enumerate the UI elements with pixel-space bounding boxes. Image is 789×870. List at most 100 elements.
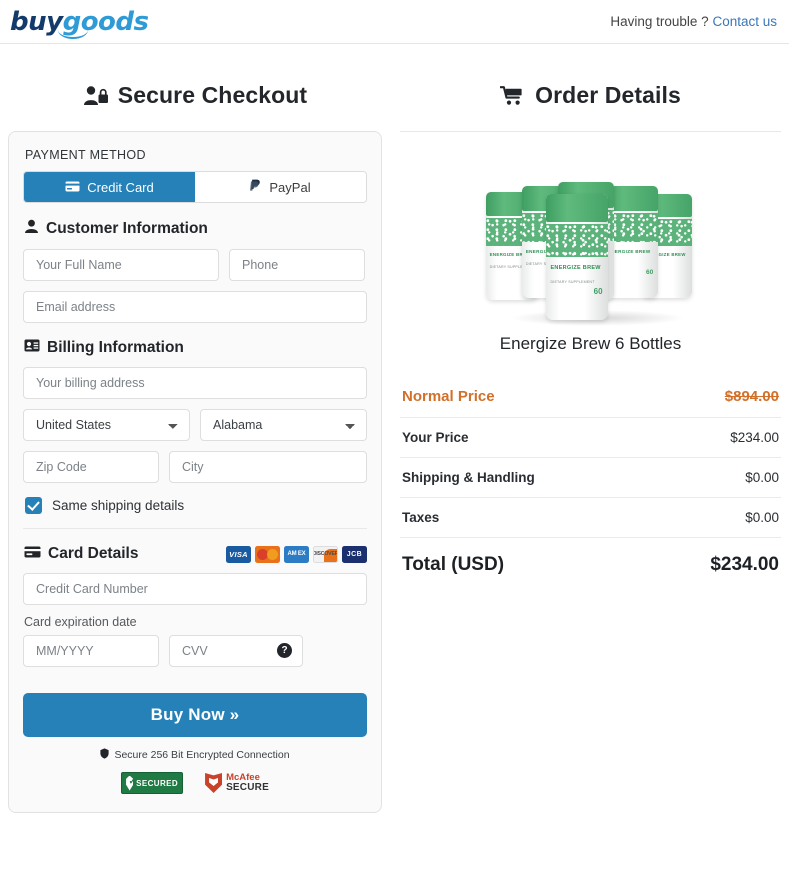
- card-details-heading: Card Details VISA AM EX DISCOVER JCB: [24, 545, 367, 563]
- mcafee-badge-text-2: SECURE: [226, 781, 269, 793]
- same-shipping-row[interactable]: Same shipping details: [25, 497, 367, 514]
- credit-card-icon: [65, 180, 80, 195]
- buy-now-button[interactable]: Buy Now »: [23, 693, 367, 737]
- normal-price-label: Normal Price: [402, 388, 495, 405]
- checkout-column: Secure Checkout PAYMENT METHOD Credit Ca…: [0, 44, 394, 813]
- normal-price-value: $894.00: [724, 388, 779, 405]
- visa-icon: VISA: [226, 545, 251, 563]
- buygoods-logo[interactable]: buygoods: [6, 6, 149, 39]
- norton-secured-badge: SECURED: [121, 772, 184, 794]
- zip-code-input[interactable]: [23, 451, 159, 483]
- product-name: Energize Brew 6 Bottles: [499, 334, 682, 353]
- payment-method-label: PAYMENT METHOD: [25, 148, 146, 162]
- email-row: [23, 291, 367, 323]
- full-name-input[interactable]: [23, 249, 219, 281]
- total-value: $234.00: [710, 554, 779, 575]
- discover-label: DISCOVER: [313, 551, 338, 557]
- card-expiration-input[interactable]: [23, 635, 159, 667]
- card-number-row: [23, 573, 367, 605]
- jcb-label: JCB: [346, 550, 363, 558]
- billing-card-divider: [23, 528, 367, 529]
- order-details-heading: Order Details: [400, 44, 781, 131]
- norton-badge-text: SECURED: [136, 778, 179, 788]
- your-price-label: Your Price: [402, 430, 469, 445]
- order-details-title: Order Details: [535, 82, 681, 108]
- question-circle-icon[interactable]: ?: [277, 643, 292, 658]
- billing-information-heading: Billing Information: [24, 339, 367, 357]
- bottle-front-sub: DIETARY SUPPLEMENT: [550, 279, 595, 284]
- mcafee-secure-badge: McAfee SECURE: [205, 773, 269, 793]
- logo-swoosh-icon: [58, 30, 88, 39]
- order-details-divider: [400, 131, 781, 132]
- same-shipping-label: Same shipping details: [52, 498, 185, 513]
- payment-panel: PAYMENT METHOD Credit Card PayPal Custom…: [8, 131, 382, 813]
- secure-checkout-title: Secure Checkout: [117, 82, 308, 108]
- trust-badges: SECURED McAfee SECURE: [23, 772, 367, 794]
- price-row-normal: Normal Price $894.00: [400, 376, 781, 418]
- billing-information-label: Billing Information: [47, 339, 184, 356]
- header-help: Having trouble ? Contact us: [610, 14, 777, 29]
- same-shipping-checkbox[interactable]: [25, 497, 42, 514]
- discover-icon: DISCOVER: [313, 545, 338, 563]
- total-label: Total (USD): [402, 554, 505, 575]
- payment-method-tabs: Credit Card PayPal: [23, 171, 367, 203]
- zip-city-row: [23, 451, 367, 483]
- name-phone-row: [23, 249, 367, 281]
- shield-icon: [100, 748, 110, 762]
- user-lock-icon: [83, 85, 109, 107]
- billing-address-input[interactable]: [23, 367, 367, 399]
- taxes-value: $0.00: [745, 510, 779, 525]
- tab-paypal[interactable]: PayPal: [195, 172, 366, 202]
- help-label: Having trouble ?: [610, 14, 709, 29]
- amex-label: AM EX: [287, 551, 306, 557]
- country-state-row: [23, 409, 367, 441]
- phone-input[interactable]: [229, 249, 365, 281]
- jcb-icon: JCB: [342, 545, 367, 563]
- customer-information-heading: Customer Information: [24, 219, 367, 239]
- city-input[interactable]: [169, 451, 367, 483]
- tab-credit-card-label: Credit Card: [87, 179, 154, 195]
- shopping-cart-icon: [500, 85, 526, 107]
- price-row-your-price: Your Price $234.00: [400, 418, 781, 458]
- credit-card-icon: [24, 545, 41, 563]
- email-input[interactable]: [23, 291, 367, 323]
- product-bottles-illustration: ENERGIZE BREW DIETARY SUPPLEMENT ENERGIZ…: [485, 172, 696, 326]
- bottle-front-label: ENERGIZE BREW: [550, 264, 601, 271]
- shipping-label: Shipping & Handling: [402, 470, 535, 485]
- norton-shield-icon: [126, 775, 134, 791]
- tab-credit-card[interactable]: Credit Card: [24, 172, 195, 202]
- card-expiration-label: Card expiration date: [24, 615, 137, 629]
- secure-note-label: Secure 256 Bit Encrypted Connection: [114, 749, 290, 761]
- id-card-icon: [24, 339, 40, 357]
- state-select[interactable]: [200, 409, 367, 441]
- shipping-value: $0.00: [745, 470, 779, 485]
- bottle-front: ENERGIZE BREW DIETARY SUPPLEMENT 60: [545, 194, 608, 320]
- price-row-total: Total (USD) $234.00: [400, 538, 781, 588]
- secure-checkout-heading: Secure Checkout: [4, 44, 386, 131]
- user-icon: [24, 219, 39, 239]
- site-header: buygoods Having trouble ? Contact us: [0, 0, 789, 44]
- paypal-icon: [250, 179, 262, 195]
- customer-information-label: Customer Information: [46, 220, 208, 237]
- logo-text-buy: buy: [10, 6, 63, 37]
- contact-us-link[interactable]: Contact us: [712, 14, 777, 29]
- your-price-value: $234.00: [730, 430, 779, 445]
- order-details-column: Order Details ENERGIZE BREW DIETARY SUPP…: [394, 44, 789, 813]
- card-brand-icons: VISA AM EX DISCOVER JCB: [226, 545, 367, 563]
- amex-icon: AM EX: [284, 545, 309, 563]
- visa-label: VISA: [229, 549, 248, 559]
- price-row-taxes: Taxes $0.00: [400, 498, 781, 538]
- bottle-front-count: 60: [593, 287, 603, 297]
- card-details-label: Card Details: [48, 545, 139, 562]
- product-image: ENERGIZE BREW DIETARY SUPPLEMENT ENERGIZ…: [400, 154, 781, 326]
- country-select[interactable]: [23, 409, 190, 441]
- mcafee-shield-icon: [205, 773, 223, 793]
- price-row-shipping: Shipping & Handling $0.00: [400, 458, 781, 498]
- page-body: Secure Checkout PAYMENT METHOD Credit Ca…: [0, 44, 789, 813]
- expiry-cvv-row: ?: [23, 635, 367, 667]
- taxes-label: Taxes: [402, 510, 440, 525]
- bottle-5-count: 60: [645, 268, 654, 276]
- tab-paypal-label: PayPal: [269, 179, 311, 195]
- card-number-input[interactable]: [23, 573, 367, 605]
- billing-address-row: [23, 367, 367, 399]
